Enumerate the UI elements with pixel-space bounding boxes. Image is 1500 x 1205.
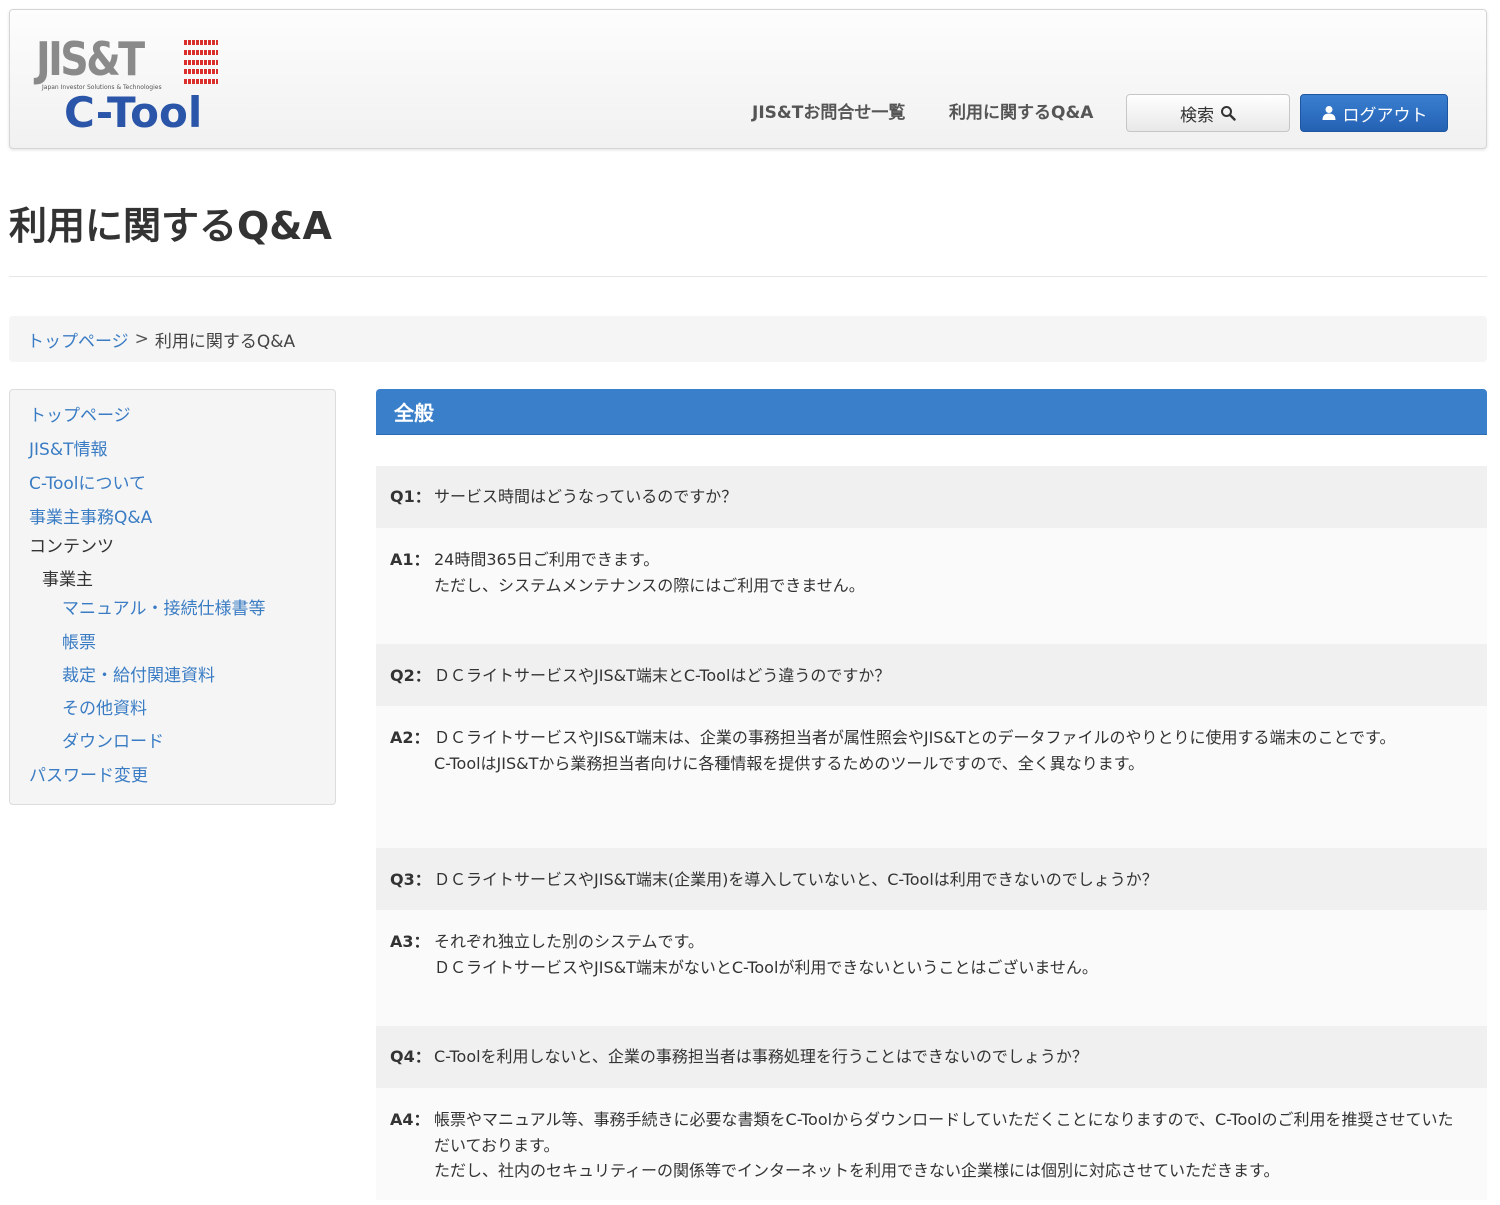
answer-row: A1： 24時間365日ご利用できます。 ただし、システムメンテナンスの際にはご… <box>376 528 1487 644</box>
sidebar-item-top[interactable]: トップページ <box>29 404 131 428</box>
question-label: Q2： <box>390 666 431 685</box>
question-text: C-Toolを利用しないと、企業の事務担当者は事務処理を行うことはできないのでし… <box>434 1047 1088 1066</box>
sidebar-item-other-docs[interactable]: その他資料 <box>62 697 147 721</box>
question-row: Q4： C-Toolを利用しないと、企業の事務担当者は事務処理を行うことはできな… <box>376 1026 1487 1088</box>
sidebar-item-employer-qa[interactable]: 事業主事務Q&A <box>29 506 152 530</box>
sidebar-item-download[interactable]: ダウンロード <box>62 730 164 754</box>
sidebar-nav: トップページ JIS&T情報 C-Toolについて 事業主事務Q&A コンテンツ… <box>9 389 336 805</box>
sidebar-heading-employer: 事業主 <box>42 570 93 590</box>
answer-line: ＤＣライトサービスやJIS&T端末は、企業の事務担当者が属性照会やJIS&Tとの… <box>434 728 1396 747</box>
question-label: Q1： <box>390 487 431 506</box>
breadcrumb-separator: > <box>134 329 149 349</box>
title-divider <box>9 276 1487 277</box>
question-label: Q4： <box>390 1047 431 1066</box>
answer-line: 帳票やマニュアル等、事務手続きに必要な書類をC-Toolからダウンロードしていた… <box>434 1110 1454 1155</box>
site-logo[interactable]: JIS&T Japan Investor Solutions & Technol… <box>36 32 236 136</box>
answer-label: A2： <box>390 728 430 747</box>
question-label: Q3： <box>390 870 431 889</box>
breadcrumb-home-link[interactable]: トップページ <box>27 327 129 352</box>
search-button-label: 検索 <box>1180 105 1214 126</box>
answer-line: ＤＣライトサービスやJIS&T端末がないとC-Toolが利用できないということは… <box>434 957 1098 977</box>
answer-text: 24時間365日ご利用できます。 ただし、システムメンテナンスの際にはご利用でき… <box>434 547 1464 598</box>
answer-row: A3： それぞれ独立した別のシステムです。 ＤＣライトサービスやJIS&T端末が… <box>376 910 1487 1026</box>
answer-line: ただし、社内のセキュリティーの関係等でインターネットを利用できない企業様には個別… <box>434 1161 1280 1180</box>
answer-row: A4： 帳票やマニュアル等、事務手続きに必要な書類をC-Toolからダウンロード… <box>376 1088 1487 1200</box>
site-header: JIS&T Japan Investor Solutions & Technol… <box>9 9 1487 149</box>
sidebar-item-benefit-docs[interactable]: 裁定・給付関連資料 <box>62 664 215 688</box>
breadcrumb: トップページ > 利用に関するQ&A <box>9 316 1487 362</box>
logo-top: JIS&T <box>36 32 160 86</box>
answer-label: A3： <box>390 932 430 951</box>
search-button[interactable]: 検索 <box>1126 94 1290 132</box>
answer-text: それぞれ独立した別のシステムです。 ＤＣライトサービスやJIS&T端末がないとC… <box>434 929 1464 980</box>
sidebar-item-manuals[interactable]: マニュアル・接続仕様書等 <box>62 597 266 621</box>
nav-usage-qa[interactable]: 利用に関するQ&A <box>949 100 1093 126</box>
question-text: ＤＣライトサービスやJIS&T端末とC-Toolはどう違うのですか？ <box>434 666 891 685</box>
section-header-general: 全般 <box>376 389 1487 435</box>
sidebar-item-about-ctool[interactable]: C-Toolについて <box>29 472 146 496</box>
question-row: Q2： ＤＣライトサービスやJIS&T端末とC-Toolはどう違うのですか？ <box>376 644 1487 706</box>
answer-label: A1： <box>390 550 430 569</box>
search-icon <box>1221 106 1236 121</box>
sidebar-item-password-change[interactable]: パスワード変更 <box>29 764 148 788</box>
logo-product-name: C-Tool <box>64 88 203 137</box>
answer-line: ただし、システムメンテナンスの際にはご利用できません。 <box>434 575 865 595</box>
answer-text: 帳票やマニュアル等、事務手続きに必要な書類をC-Toolからダウンロードしていた… <box>434 1107 1464 1184</box>
answer-line: 24時間365日ご利用できます。 <box>434 550 660 569</box>
question-row: Q1： サービス時間はどうなっているのですか？ <box>376 466 1487 528</box>
breadcrumb-current: 利用に関するQ&A <box>154 331 296 352</box>
question-text: サービス時間はどうなっているのですか？ <box>434 487 738 506</box>
answer-line: C-ToolはJIS&Tから業務担当者向けに各種情報を提供するためのツールですの… <box>434 753 1145 773</box>
sidebar-heading-contents: コンテンツ <box>29 537 114 557</box>
answer-label: A4： <box>390 1110 430 1129</box>
sidebar-item-jist-info[interactable]: JIS&T情報 <box>29 438 107 462</box>
nav-inquiry-list[interactable]: JIS&Tお問合せ一覧 <box>752 100 905 126</box>
question-row: Q3： ＤＣライトサービスやJIS&T端末(企業用)を導入していないと、C-To… <box>376 848 1487 910</box>
answer-line: それぞれ独立した別のシステムです。 <box>434 932 704 951</box>
question-text: ＤＣライトサービスやJIS&T端末(企業用)を導入していないと、C-Toolは利… <box>434 870 1158 889</box>
logo-stripes-icon <box>184 40 218 84</box>
section-title: 全般 <box>394 401 434 425</box>
user-icon <box>1322 106 1335 120</box>
logo-jist-text: JIS&T <box>36 32 145 86</box>
logout-button[interactable]: ログアウト <box>1300 94 1448 132</box>
sidebar-item-forms[interactable]: 帳票 <box>62 631 96 655</box>
logout-button-label: ログアウト <box>1342 105 1428 126</box>
answer-row: A2： ＤＣライトサービスやJIS&T端末は、企業の事務担当者が属性照会やJIS… <box>376 706 1487 848</box>
page-title: 利用に関するQ&A <box>9 204 332 248</box>
answer-text: ＤＣライトサービスやJIS&T端末は、企業の事務担当者が属性照会やJIS&Tとの… <box>434 725 1464 776</box>
